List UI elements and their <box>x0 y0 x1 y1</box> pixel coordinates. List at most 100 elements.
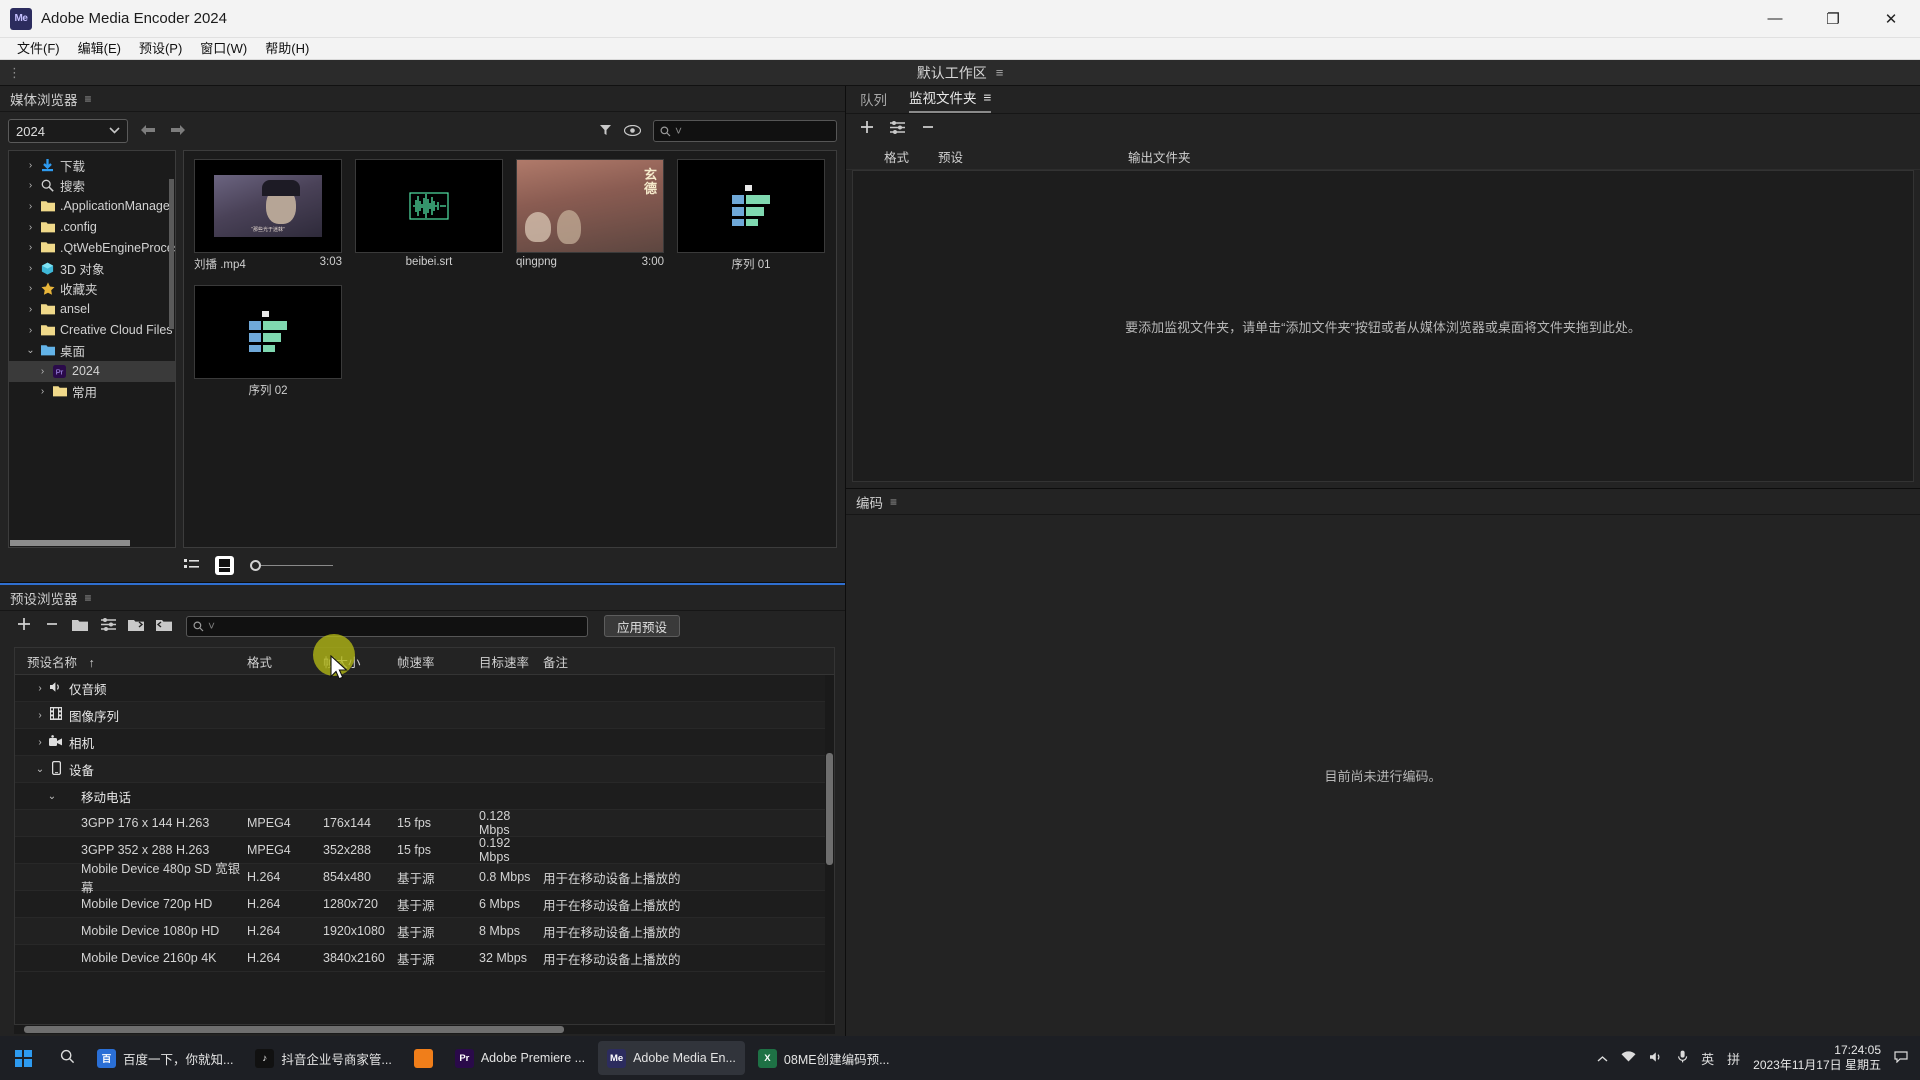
delete-preset-icon[interactable] <box>38 617 66 635</box>
media-thumbnail-4[interactable]: 序列 02 <box>194 285 342 398</box>
taskbar-item-0[interactable]: 百百度一下，你就知... <box>88 1041 242 1075</box>
ime-chinese-icon[interactable]: 英 <box>1701 1049 1714 1068</box>
new-folder-icon[interactable] <box>66 618 94 635</box>
tree-twisty-icon[interactable]: › <box>25 180 36 191</box>
preset-item-row[interactable]: Mobile Device 1080p HD H.264 1920x1080 基于源 8… <box>15 918 834 945</box>
path-dropdown[interactable]: 2024 <box>8 119 128 143</box>
tree-item-搜索[interactable]: › 搜索 <box>9 176 175 197</box>
tree-twisty-icon[interactable]: › <box>25 222 36 233</box>
eye-icon[interactable] <box>623 124 642 139</box>
menu-edit[interactable]: 编辑(E) <box>69 38 130 60</box>
workspace-menu-icon[interactable]: ≡ <box>996 65 1004 80</box>
column-header-targetrate[interactable]: 目标速率 <box>479 652 543 671</box>
nav-forward-icon[interactable] <box>168 121 188 141</box>
media-thumbnail-1[interactable]: beibei.srt <box>355 159 503 272</box>
taskbar-clock[interactable]: 17:24:05 2023年11月17日 星期五 <box>1753 1043 1881 1073</box>
slider-track[interactable] <box>261 564 333 566</box>
workspace-selector[interactable]: 默认工作区 ≡ <box>917 63 1004 83</box>
tree-item-.ApplicationManager[interactable]: › .ApplicationManager <box>9 196 175 217</box>
add-folder-icon[interactable] <box>860 120 874 138</box>
preset-group-row[interactable]: › 仅音频 <box>15 675 834 702</box>
group-twisty-icon[interactable]: › <box>33 737 47 748</box>
media-thumbnail-0[interactable]: “那些光于迷韎” 刘播 .mp4 3:03 <box>194 159 342 272</box>
ime-keyboard-icon[interactable]: 拼 <box>1727 1049 1740 1068</box>
preset-group-row[interactable]: ⌄ 设备 <box>15 756 834 783</box>
tree-twisty-icon[interactable]: › <box>25 304 36 315</box>
thumbnail-image[interactable] <box>355 159 503 253</box>
tree-twisty-icon[interactable]: › <box>25 201 36 212</box>
tree-twisty-icon[interactable]: › <box>25 325 36 336</box>
media-thumbnail-3[interactable]: 序列 01 <box>677 159 825 272</box>
taskbar-item-4[interactable]: Me Adobe Media En... <box>598 1041 745 1075</box>
encoding-menu-icon[interactable]: ≡ <box>890 495 897 509</box>
microphone-icon[interactable] <box>1677 1050 1688 1066</box>
tree-horizontal-scrollbar[interactable] <box>10 540 130 546</box>
windows-start-icon[interactable] <box>0 1049 46 1067</box>
preset-group-row[interactable]: ⌄ 移动电话 <box>15 783 834 810</box>
taskbar-search-icon[interactable] <box>46 1049 88 1068</box>
tree-item-.config[interactable]: › .config <box>9 217 175 238</box>
preset-settings-icon[interactable] <box>94 617 122 635</box>
apply-preset-button[interactable]: 应用预设 <box>604 615 681 637</box>
notification-center-icon[interactable] <box>1894 1050 1908 1066</box>
tree-twisty-icon[interactable]: › <box>25 160 36 171</box>
export-preset-icon[interactable] <box>150 618 178 635</box>
menu-file[interactable]: 文件(F) <box>8 38 69 60</box>
filter-icon[interactable] <box>599 123 612 139</box>
list-view-icon[interactable] <box>184 557 199 573</box>
taskbar-item-5[interactable]: X 08ME创建编码预... <box>749 1041 899 1075</box>
tab-queue[interactable]: 队列 <box>860 89 887 113</box>
column-header-framerate[interactable]: 帧速率 <box>397 652 479 671</box>
new-preset-icon[interactable] <box>10 617 38 635</box>
tree-item-ansel[interactable]: › ansel <box>9 299 175 320</box>
slider-knob[interactable] <box>250 559 261 571</box>
preset-vertical-scrollbar[interactable] <box>825 675 834 1024</box>
folder-tree[interactable]: › 下载 › 搜索 › .ApplicationManager › .config › .QtWe… <box>8 150 176 548</box>
preset-item-row[interactable]: Mobile Device 480p SD 宽银幕 H.264 854x480 基于源… <box>15 862 834 895</box>
group-twisty-icon[interactable]: › <box>33 683 47 694</box>
import-preset-icon[interactable] <box>122 618 150 635</box>
watch-folders-menu-icon[interactable]: ≡ <box>984 90 992 105</box>
group-twisty-icon[interactable]: › <box>33 710 47 721</box>
column-header-notes[interactable]: 备注 <box>543 652 568 671</box>
media-search-input[interactable]: ˅ <box>653 120 837 142</box>
tree-item-常用[interactable]: › 常用 <box>9 382 175 403</box>
preset-group-row[interactable]: › 图像序列 <box>15 702 834 729</box>
wifi-icon[interactable] <box>1621 1050 1636 1066</box>
tab-watch-folders[interactable]: 监视文件夹 ≡ <box>909 87 992 113</box>
workspace-drag-handle[interactable]: ⋮ <box>8 65 22 81</box>
group-twisty-icon[interactable]: ⌄ <box>45 791 59 802</box>
preset-horizontal-scrollbar[interactable] <box>14 1025 835 1034</box>
minimize-button[interactable]: — <box>1746 0 1804 37</box>
menu-help[interactable]: 帮助(H) <box>256 38 318 60</box>
tree-twisty-icon[interactable]: › <box>25 242 36 253</box>
media-thumbnail-2[interactable]: 玄德 qingpng 3:00 <box>516 159 664 272</box>
tree-vertical-scrollbar[interactable] <box>169 179 174 329</box>
preset-group-row[interactable]: › 相机 <box>15 729 834 756</box>
thumbnail-image[interactable]: “那些光于迷韎” <box>194 159 342 253</box>
thumbnail-image[interactable]: 玄德 <box>516 159 664 253</box>
media-browser-menu-icon[interactable]: ≡ <box>85 92 92 106</box>
close-button[interactable]: ✕ <box>1862 0 1920 37</box>
queue-settings-icon[interactable] <box>890 120 905 138</box>
group-twisty-icon[interactable]: ⌄ <box>33 764 47 775</box>
preset-search-input[interactable]: ˅ <box>186 615 588 637</box>
tree-twisty-icon[interactable]: ⌄ <box>25 345 36 356</box>
taskbar-item-2[interactable] <box>405 1041 442 1075</box>
column-header-framesize[interactable]: 帧大小 <box>323 652 397 671</box>
menu-window[interactable]: 窗口(W) <box>191 38 256 60</box>
tree-item-收藏夹[interactable]: › 收藏夹 <box>9 279 175 300</box>
tree-item-.QtWebEngineProcess[interactable]: › .QtWebEngineProcess <box>9 237 175 258</box>
tree-twisty-icon[interactable]: › <box>37 386 48 397</box>
nav-back-icon[interactable] <box>138 121 158 141</box>
preset-item-row[interactable]: Mobile Device 2160p 4K H.264 3840x2160 基于源 3… <box>15 945 834 972</box>
tree-item-2024[interactable]: › Pr 2024 <box>9 360 175 382</box>
tree-item-下载[interactable]: › 下载 <box>9 155 175 176</box>
thumbnail-image[interactable] <box>194 285 342 379</box>
tree-item-3D 对象[interactable]: › 3D 对象 <box>9 258 175 279</box>
tree-twisty-icon[interactable]: › <box>37 366 48 377</box>
thumbnail-image[interactable] <box>677 159 825 253</box>
tree-item-桌面[interactable]: ⌄ 桌面 <box>9 340 175 361</box>
volume-icon[interactable] <box>1649 1051 1664 1066</box>
thumbnail-size-slider[interactable] <box>250 559 333 571</box>
